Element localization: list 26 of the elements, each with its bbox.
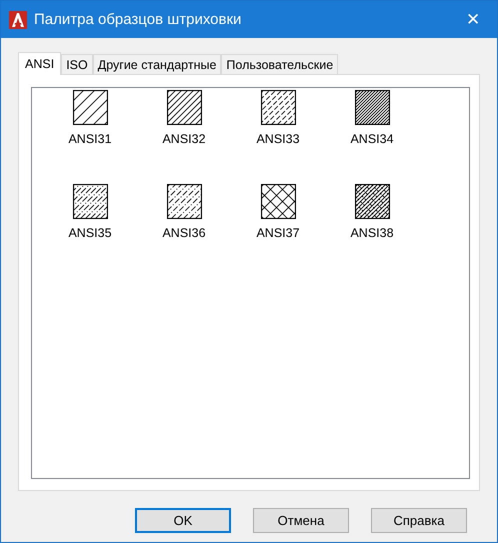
pattern-name: ANSI31 [68, 132, 112, 146]
hatch-pattern-icon[interactable] [354, 90, 390, 125]
hatch-pattern-icon[interactable] [72, 184, 108, 219]
dialog-button[interactable]: Справка [371, 508, 467, 533]
window-title: Палитра образцов штриховки [34, 11, 242, 28]
hatch-pattern-icon[interactable] [260, 184, 296, 219]
tab[interactable]: ISO [61, 54, 93, 74]
hatch-pattern-icon[interactable] [166, 184, 202, 219]
hatch-pattern-icon[interactable] [260, 90, 296, 125]
dialog-button[interactable]: Отмена [253, 508, 349, 533]
pattern-name: ANSI36 [162, 226, 206, 240]
tab[interactable]: Пользовательские [221, 54, 338, 74]
pattern-name: ANSI37 [256, 226, 300, 240]
close-button[interactable]: ✕ [451, 5, 495, 34]
pattern-name: ANSI38 [350, 226, 394, 240]
hatch-pattern-icon[interactable] [166, 90, 202, 125]
pattern-name: ANSI32 [162, 132, 206, 146]
pattern-name: ANSI34 [350, 132, 394, 146]
dialog-button[interactable]: OK [135, 508, 231, 533]
hatch-pattern-icon[interactable] [354, 184, 390, 219]
hatch-pattern-icon[interactable] [72, 90, 108, 125]
tab[interactable]: Другие стандартные [92, 54, 222, 74]
tab[interactable]: ANSI [18, 52, 62, 75]
app-logo-icon [9, 10, 27, 28]
pattern-name: ANSI35 [68, 226, 112, 240]
pattern-name: ANSI33 [256, 132, 300, 146]
